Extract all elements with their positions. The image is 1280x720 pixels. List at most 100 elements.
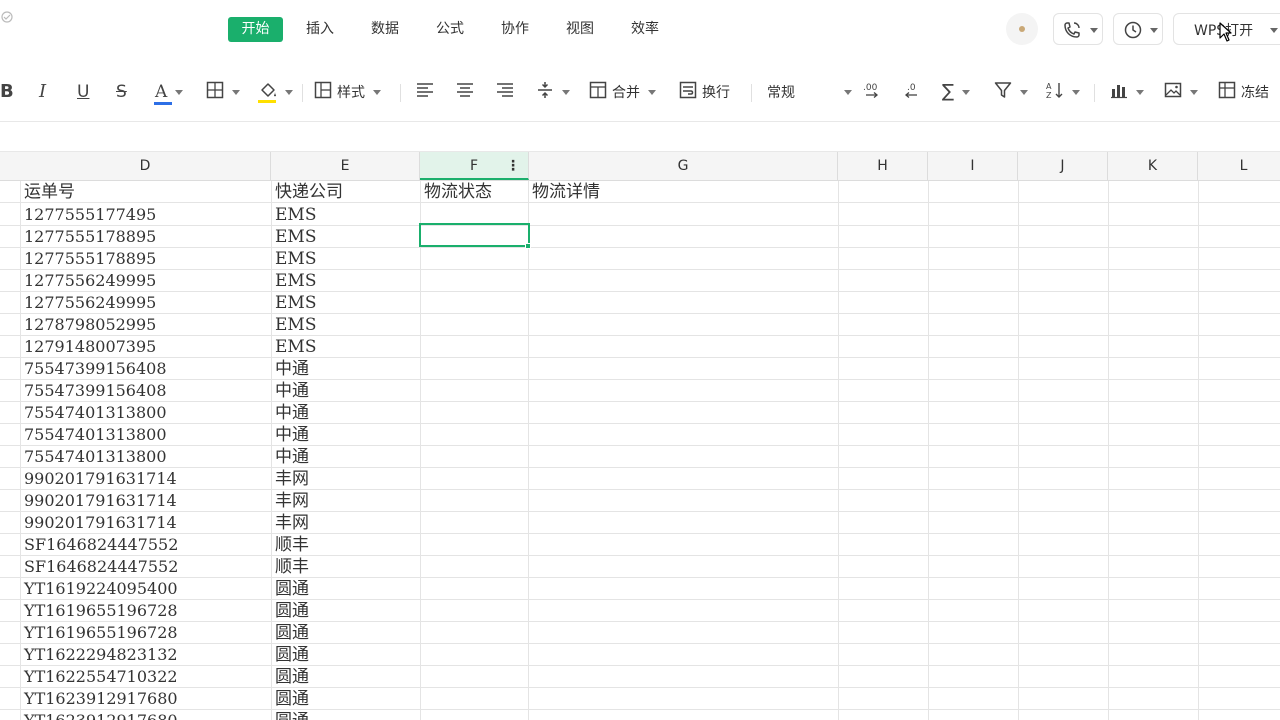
tracking-number-cell[interactable]: YT1622554710322	[21, 666, 271, 687]
column-header-f[interactable]: F ⋮	[420, 152, 529, 180]
header-cell[interactable]: 快递公司	[272, 181, 420, 202]
tracking-number-cell[interactable]: 990201791631714	[21, 468, 271, 489]
header-cell[interactable]: 运单号	[21, 181, 271, 202]
tracking-number-cell[interactable]: 1277556249995	[21, 270, 271, 291]
header-cell[interactable]: 物流状态	[421, 181, 528, 202]
bold-button[interactable]: B	[0, 80, 14, 104]
courier-cell[interactable]: EMS	[272, 204, 420, 225]
tracking-number-cell[interactable]: YT1619224095400	[21, 578, 271, 599]
fill-color-button[interactable]	[258, 80, 293, 104]
column-header-e[interactable]: E	[271, 152, 420, 180]
courier-cell[interactable]: 中通	[272, 402, 420, 423]
courier-cell[interactable]: 中通	[272, 424, 420, 445]
courier-cell[interactable]: 丰网	[272, 468, 420, 489]
insert-image-button[interactable]	[1164, 80, 1198, 104]
tracking-number-cell[interactable]: YT1619655196728	[21, 622, 271, 643]
increase-decimal-button[interactable]: .00	[862, 80, 880, 104]
formula-bar[interactable]	[0, 122, 1280, 152]
courier-cell[interactable]: 圆通	[272, 622, 420, 643]
fill-handle[interactable]	[525, 243, 531, 249]
chart-button[interactable]	[1110, 80, 1144, 104]
avatar[interactable]	[1006, 13, 1038, 45]
courier-cell[interactable]: EMS	[272, 292, 420, 313]
number-format-select[interactable]: 常规	[767, 80, 852, 104]
sum-button[interactable]: ∑	[942, 80, 971, 104]
align-left-button[interactable]	[416, 80, 434, 104]
filter-button[interactable]	[994, 80, 1028, 104]
tracking-number-cell[interactable]: 75547401313800	[21, 402, 271, 423]
courier-cell[interactable]: 顺丰	[272, 534, 420, 555]
courier-cell[interactable]: EMS	[272, 314, 420, 335]
courier-cell[interactable]: 圆通	[272, 688, 420, 709]
italic-button[interactable]: I	[39, 80, 46, 104]
courier-cell[interactable]: 圆通	[272, 578, 420, 599]
courier-cell[interactable]: EMS	[272, 336, 420, 357]
tracking-number-cell[interactable]: 1279148007395	[21, 336, 271, 357]
call-button[interactable]	[1053, 13, 1103, 45]
tracking-number-cell[interactable]: YT1623912917680	[21, 710, 271, 720]
courier-cell[interactable]: EMS	[272, 270, 420, 291]
courier-cell[interactable]: 丰网	[272, 512, 420, 533]
courier-cell[interactable]: 中通	[272, 446, 420, 467]
courier-cell[interactable]: EMS	[272, 248, 420, 269]
align-center-button[interactable]	[456, 80, 474, 104]
tracking-number-cell[interactable]: 990201791631714	[21, 512, 271, 533]
decrease-decimal-button[interactable]: .0	[903, 80, 921, 104]
menu-tab-4[interactable]: 协作	[491, 17, 539, 42]
cell-style-button[interactable]: 样式	[314, 80, 381, 104]
column-header-k[interactable]: K	[1108, 152, 1198, 180]
column-header-h[interactable]: H	[838, 152, 928, 180]
courier-cell[interactable]: 圆通	[272, 666, 420, 687]
tracking-number-cell[interactable]: 1278798052995	[21, 314, 271, 335]
tracking-number-cell[interactable]: SF1646824447552	[21, 556, 271, 577]
vertical-align-button[interactable]	[536, 80, 570, 104]
strikethrough-button[interactable]: S	[116, 80, 127, 104]
wrap-text-button[interactable]: 换行	[679, 80, 730, 104]
sort-button[interactable]: AZ	[1046, 80, 1080, 104]
underline-button[interactable]: U	[77, 80, 89, 104]
menu-tab-6[interactable]: 效率	[621, 17, 669, 42]
font-color-button[interactable]: A	[154, 80, 184, 105]
history-button[interactable]	[1113, 13, 1163, 45]
tracking-number-cell[interactable]: 990201791631714	[21, 490, 271, 511]
border-button[interactable]	[206, 80, 240, 104]
menu-tab-5[interactable]: 视图	[556, 17, 604, 42]
courier-cell[interactable]: 中通	[272, 358, 420, 379]
courier-cell[interactable]: 圆通	[272, 600, 420, 621]
tracking-number-cell[interactable]: YT1622294823132	[21, 644, 271, 665]
courier-cell[interactable]: EMS	[272, 226, 420, 247]
menu-tab-3[interactable]: 公式	[426, 17, 474, 42]
courier-cell[interactable]: 圆通	[272, 710, 420, 720]
align-right-button[interactable]	[496, 80, 514, 104]
tracking-number-cell[interactable]: 75547399156408	[21, 358, 271, 379]
tracking-number-cell[interactable]: 1277556249995	[21, 292, 271, 313]
align-left-icon	[416, 81, 434, 103]
courier-cell[interactable]: 中通	[272, 380, 420, 401]
tracking-number-cell[interactable]: 75547401313800	[21, 424, 271, 445]
menu-tab-0[interactable]: 开始	[228, 17, 283, 42]
spreadsheet-grid[interactable]: 运单号 快递公司 物流状态 物流详情 1277555177495 EMS 127755517…	[0, 181, 1280, 720]
column-header-i[interactable]: I	[928, 152, 1018, 180]
tracking-number-cell[interactable]: 1277555178895	[21, 226, 271, 247]
column-header-d[interactable]: D	[20, 152, 271, 180]
courier-cell[interactable]: 顺丰	[272, 556, 420, 577]
column-header-l[interactable]: L	[1198, 152, 1280, 180]
menu-tab-1[interactable]: 插入	[296, 17, 344, 42]
tracking-number-cell[interactable]: 75547401313800	[21, 446, 271, 467]
tracking-number-cell[interactable]: YT1623912917680	[21, 688, 271, 709]
column-menu-icon[interactable]: ⋮	[506, 152, 520, 180]
tracking-number-cell[interactable]: 1277555177495	[21, 204, 271, 225]
menu-tab-2[interactable]: 数据	[361, 17, 409, 42]
header-cell[interactable]: 物流详情	[529, 181, 829, 202]
tracking-number-cell[interactable]: YT1619655196728	[21, 600, 271, 621]
courier-cell[interactable]: 丰网	[272, 490, 420, 511]
merge-cells-button[interactable]: 合并	[589, 80, 656, 104]
freeze-panes-button[interactable]: 冻结	[1218, 80, 1269, 104]
tracking-number-cell[interactable]: 75547399156408	[21, 380, 271, 401]
courier-cell[interactable]: 圆通	[272, 644, 420, 665]
tracking-number-cell[interactable]: 1277555178895	[21, 248, 271, 269]
active-cell-f3[interactable]	[419, 223, 530, 247]
column-header-j[interactable]: J	[1018, 152, 1108, 180]
tracking-number-cell[interactable]: SF1646824447552	[21, 534, 271, 555]
column-header-g[interactable]: G	[529, 152, 838, 180]
